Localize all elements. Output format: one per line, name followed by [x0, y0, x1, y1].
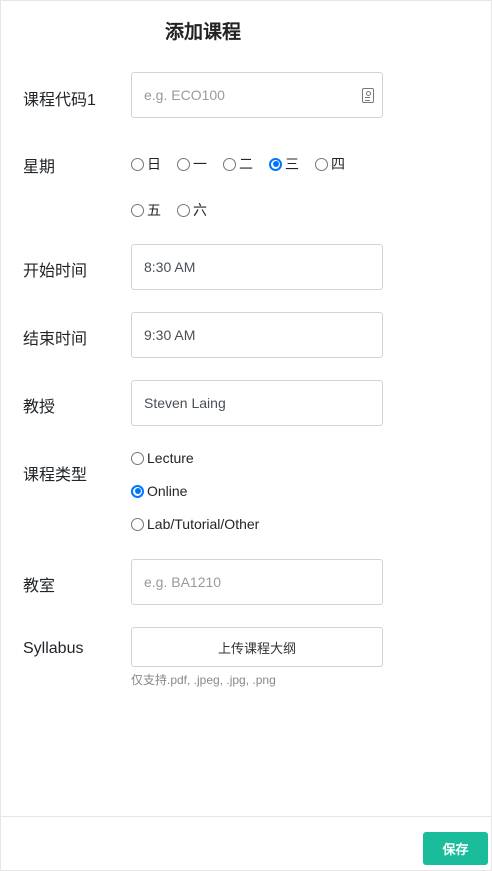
course-type-option-label: Lecture — [147, 450, 194, 466]
start-time-field[interactable]: 8:30 AM — [131, 244, 383, 290]
radio-button[interactable] — [131, 157, 144, 171]
professor-field[interactable]: Steven Laing — [131, 380, 383, 426]
course-code-label: 课程代码1 — [23, 92, 96, 109]
radio-button[interactable] — [315, 157, 328, 171]
course-code-placeholder: e.g. ECO100 — [144, 87, 225, 103]
professor-value: Steven Laing — [144, 395, 226, 411]
radio-button[interactable] — [131, 451, 144, 465]
save-button[interactable]: 保存 — [423, 832, 488, 865]
modal-frame — [0, 0, 492, 871]
radio-button[interactable] — [177, 203, 190, 217]
weekday-option-label: 四 — [331, 156, 345, 172]
weekday-option-label: 一 — [193, 156, 207, 172]
course-type-option-label: Lab/Tutorial/Other — [147, 516, 260, 532]
weekday-option-label: 三 — [285, 156, 299, 172]
weekday-option-mon[interactable]: 一 — [177, 154, 207, 174]
weekday-option-sun[interactable]: 日 — [131, 154, 161, 174]
classroom-field[interactable]: e.g. BA1210 — [131, 559, 383, 605]
page-title: 添加课程 — [164, 22, 241, 43]
course-type-option-lab[interactable]: Lab/Tutorial/Other — [131, 516, 259, 532]
radio-button[interactable] — [131, 203, 144, 217]
end-time-value: 9:30 AM — [144, 327, 196, 343]
weekday-option-label: 日 — [147, 156, 161, 172]
weekday-option-label: 六 — [193, 202, 207, 218]
weekday-option-label: 五 — [147, 202, 161, 218]
radio-button-checked[interactable] — [269, 157, 282, 171]
classroom-placeholder: e.g. BA1210 — [144, 574, 222, 590]
radio-button[interactable] — [131, 517, 144, 531]
course-code-field[interactable]: e.g. ECO100 — [131, 72, 383, 118]
weekday-option-wed[interactable]: 三 — [269, 154, 299, 174]
upload-syllabus-button[interactable]: 上传课程大纲 — [131, 627, 383, 667]
course-type-option-lecture[interactable]: Lecture — [131, 450, 194, 466]
course-type-option-online[interactable]: Online — [131, 483, 187, 499]
syllabus-label: Syllabus — [23, 640, 84, 657]
start-time-value: 8:30 AM — [144, 259, 196, 275]
footer-divider — [1, 816, 491, 817]
professor-label: 教授 — [23, 399, 56, 416]
classroom-label: 教室 — [23, 578, 56, 595]
radio-button[interactable] — [223, 157, 236, 171]
weekday-option-label: 二 — [239, 156, 253, 172]
end-time-field[interactable]: 9:30 AM — [131, 312, 383, 358]
course-type-option-label: Online — [147, 483, 188, 499]
weekday-label: 星期 — [23, 159, 56, 176]
start-time-label: 开始时间 — [23, 263, 88, 280]
contact-card-icon — [362, 88, 374, 103]
syllabus-file-hint: 仅支持.pdf, .jpeg, .jpg, .png — [131, 673, 276, 687]
course-type-label: 课程类型 — [23, 467, 88, 484]
end-time-label: 结束时间 — [23, 331, 88, 348]
weekday-option-thu[interactable]: 四 — [315, 154, 345, 174]
radio-button[interactable] — [177, 157, 190, 171]
radio-button-checked[interactable] — [131, 484, 144, 498]
weekday-option-tue[interactable]: 二 — [223, 154, 253, 174]
weekday-option-sat[interactable]: 六 — [177, 200, 207, 220]
weekday-option-fri[interactable]: 五 — [131, 200, 161, 220]
